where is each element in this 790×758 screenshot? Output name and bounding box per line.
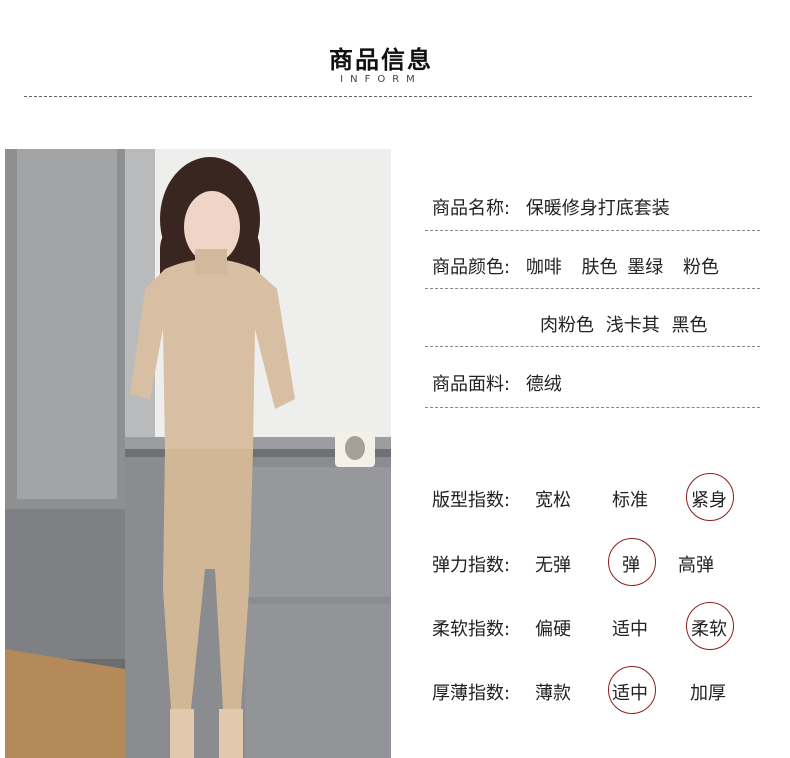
product-fabric-label: 商品面料: — [432, 374, 511, 395]
product-name-row: 商品名称: 保暖修身打底套装 — [432, 194, 670, 220]
product-fabric-value: 德绒 — [525, 374, 562, 395]
row-divider — [425, 230, 760, 231]
color-option: 黑色 — [671, 315, 708, 336]
selected-circle — [608, 538, 656, 586]
row-divider — [425, 288, 760, 289]
index-label: 弹力指数: — [432, 555, 511, 576]
color-option: 肤色 — [581, 257, 618, 278]
product-fabric-row: 商品面料: 德绒 — [432, 370, 562, 396]
selected-circle — [686, 602, 734, 650]
color-option: 粉色 — [683, 257, 720, 278]
header-divider — [24, 96, 752, 97]
index-label: 厚薄指数: — [432, 683, 511, 704]
color-option: 肉粉色 — [540, 315, 594, 336]
index-option: 宽松 — [535, 490, 571, 511]
product-photo — [5, 149, 391, 758]
index-option: 高弹 — [678, 555, 714, 576]
index-option: 无弹 — [535, 555, 571, 576]
index-label: 柔软指数: — [432, 619, 511, 640]
section-subtitle: INFORM — [340, 74, 422, 85]
selected-circle — [686, 473, 734, 521]
product-color-row-2: 肉粉色 浅卡其 黑色 — [540, 311, 707, 337]
color-option: 浅卡其 — [605, 315, 660, 336]
product-name-label: 商品名称: — [432, 198, 511, 219]
row-divider — [425, 407, 760, 408]
product-name-value: 保暖修身打底套装 — [525, 198, 670, 219]
product-color-row: 商品颜色: 咖啡 肤色 墨绿 粉色 — [432, 253, 719, 279]
index-option: 薄款 — [535, 683, 571, 704]
product-color-label: 商品颜色: — [432, 257, 511, 278]
index-option: 适中 — [612, 619, 648, 640]
selected-circle — [608, 666, 656, 714]
index-option: 标准 — [612, 490, 648, 511]
row-divider — [425, 346, 760, 347]
index-label: 版型指数: — [432, 490, 511, 511]
index-option: 加厚 — [690, 683, 726, 704]
color-option: 墨绿 — [627, 257, 664, 278]
index-option: 偏硬 — [535, 619, 571, 640]
section-title: 商品信息 — [329, 46, 433, 74]
color-option: 咖啡 — [525, 257, 562, 278]
